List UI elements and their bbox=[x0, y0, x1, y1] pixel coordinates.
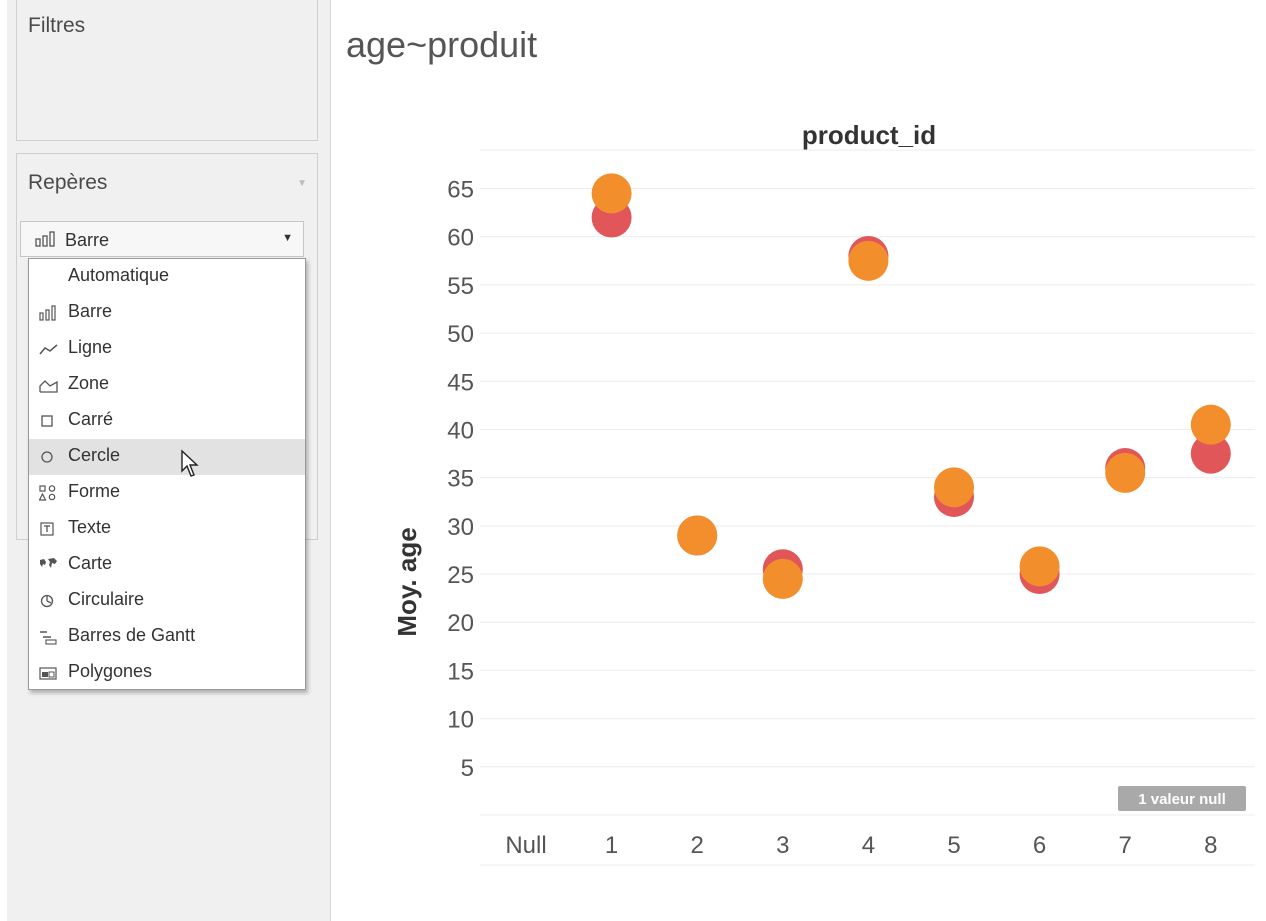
x-tick-label: 3 bbox=[776, 832, 789, 859]
null-badge-text: 1 valeur null bbox=[1138, 791, 1226, 808]
data-point[interactable] bbox=[1105, 452, 1146, 493]
data-point[interactable] bbox=[762, 558, 803, 599]
data-point[interactable] bbox=[1019, 546, 1060, 587]
dropdown-item-label: Ligne bbox=[68, 337, 113, 357]
mark-type-selected: Barre bbox=[65, 230, 110, 250]
sheet-title: age~produit bbox=[346, 24, 538, 65]
y-tick-label: 50 bbox=[447, 321, 474, 348]
dropdown-item-circulaire[interactable]: Circulaire bbox=[29, 583, 305, 619]
gantt-icon bbox=[39, 628, 59, 646]
marks-card-menu-icon[interactable]: ▼ bbox=[297, 178, 307, 189]
mark-type-dropdown: Automatique Barre Ligne Zone Carré Cercl… bbox=[28, 258, 306, 690]
filters-card[interactable]: Filtres bbox=[16, 0, 318, 141]
x-tick-label: 5 bbox=[947, 832, 960, 859]
bar-chart-icon bbox=[35, 231, 57, 252]
dropdown-item-label: Circulaire bbox=[68, 589, 145, 609]
dropdown-item-carte[interactable]: Carte bbox=[29, 547, 305, 583]
map-icon bbox=[39, 556, 59, 574]
data-point[interactable] bbox=[1190, 404, 1231, 445]
y-tick-label: 10 bbox=[447, 707, 474, 734]
data-point[interactable] bbox=[848, 240, 889, 281]
mouse-cursor-icon bbox=[180, 449, 202, 486]
dropdown-item-label: Carte bbox=[68, 553, 113, 573]
dropdown-item-cercle[interactable]: Cercle bbox=[29, 439, 305, 475]
polygon-icon bbox=[39, 664, 59, 682]
dropdown-item-zone[interactable]: Zone bbox=[29, 367, 305, 403]
x-axis-ticks: Null 1 2 3 4 5 6 7 8 bbox=[505, 832, 1217, 859]
pie-icon bbox=[39, 592, 59, 610]
x-tick-label: 4 bbox=[862, 832, 875, 859]
dropdown-item-automatique[interactable]: Automatique bbox=[29, 259, 305, 295]
y-tick-label: 15 bbox=[447, 658, 474, 685]
line-icon bbox=[39, 340, 59, 358]
x-tick-label: 1 bbox=[605, 832, 618, 859]
y-axis-ticks: 5 10 15 20 25 30 35 40 45 50 55 60 65 bbox=[447, 177, 474, 782]
data-point[interactable] bbox=[934, 467, 974, 508]
chart-title: product_id bbox=[802, 120, 936, 150]
bar-chart-icon bbox=[39, 304, 59, 322]
scatter-chart: product_id Moy. age 51015202530354045505… bbox=[392, 120, 1255, 866]
null-badge[interactable]: 1 valeur null bbox=[1118, 786, 1246, 811]
y-tick-label: 65 bbox=[447, 177, 474, 204]
y-tick-label: 55 bbox=[447, 273, 474, 300]
x-tick-label: 7 bbox=[1119, 832, 1132, 859]
mark-type-select[interactable]: Barre ▼ bbox=[20, 221, 304, 257]
x-tick-label: Null bbox=[505, 832, 546, 859]
dropdown-item-label: Polygones bbox=[68, 661, 153, 681]
y-tick-label: 30 bbox=[447, 514, 474, 541]
x-tick-label: 8 bbox=[1204, 832, 1217, 859]
y-tick-label: 35 bbox=[447, 466, 474, 493]
chevron-down-icon[interactable]: ▼ bbox=[282, 232, 293, 244]
y-tick-label: 5 bbox=[461, 755, 474, 782]
dropdown-item-texte[interactable]: Texte bbox=[29, 511, 305, 547]
dropdown-item-polygones[interactable]: Polygones bbox=[29, 655, 305, 691]
dropdown-item-gantt[interactable]: Barres de Gantt bbox=[29, 619, 305, 655]
dropdown-item-label: Texte bbox=[68, 517, 112, 537]
circle-icon bbox=[39, 448, 59, 466]
filters-title: Filtres bbox=[28, 14, 86, 37]
dropdown-item-carre[interactable]: Carré bbox=[29, 403, 305, 439]
data-point[interactable] bbox=[677, 515, 718, 556]
dropdown-item-barre[interactable]: Barre bbox=[29, 295, 305, 331]
shapes-icon bbox=[38, 484, 59, 502]
dropdown-item-label: Forme bbox=[68, 481, 121, 501]
y-tick-label: 45 bbox=[447, 369, 474, 396]
dropdown-item-label: Cercle bbox=[68, 445, 121, 465]
marks-title: Repères bbox=[28, 171, 108, 194]
x-tick-label: 6 bbox=[1033, 832, 1046, 859]
area-icon bbox=[39, 376, 59, 394]
dropdown-item-label: Automatique bbox=[68, 265, 170, 285]
y-axis-label: Moy. age bbox=[392, 527, 422, 636]
dropdown-item-label: Barre bbox=[68, 301, 113, 321]
square-icon bbox=[39, 412, 59, 430]
text-icon bbox=[39, 520, 59, 538]
x-tick-label: 2 bbox=[691, 832, 704, 859]
dropdown-item-forme[interactable]: Forme bbox=[29, 475, 305, 511]
data-point[interactable] bbox=[591, 173, 632, 214]
y-tick-label: 40 bbox=[447, 417, 474, 444]
dropdown-item-label: Zone bbox=[68, 373, 110, 393]
dropdown-item-label: Carré bbox=[68, 409, 114, 429]
y-tick-label: 60 bbox=[447, 225, 474, 252]
dropdown-item-ligne[interactable]: Ligne bbox=[29, 331, 305, 367]
dropdown-item-label: Barres de Gantt bbox=[68, 625, 196, 645]
y-tick-label: 25 bbox=[447, 562, 474, 589]
y-tick-label: 20 bbox=[447, 610, 474, 637]
